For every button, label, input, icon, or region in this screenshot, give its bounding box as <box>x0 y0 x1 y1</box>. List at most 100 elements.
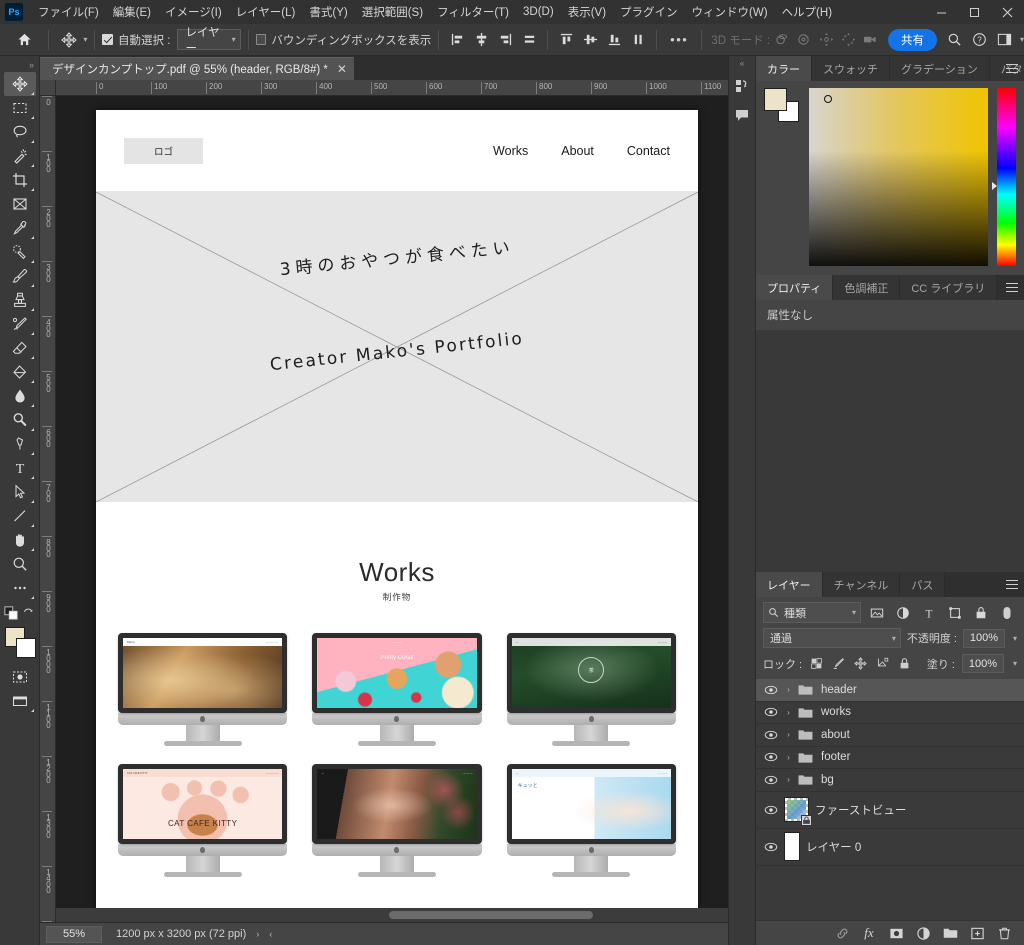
layer-visibility-toggle[interactable] <box>760 683 782 697</box>
filter-toggle-switch[interactable] <box>996 602 1017 623</box>
horizontal-ruler[interactable]: 0 100 200 300 400 500 600 700 800 900 10… <box>56 80 752 96</box>
layer-row-layer-0[interactable]: レイヤー 0 <box>756 829 1024 866</box>
chevron-right-icon[interactable]: › <box>782 730 795 739</box>
color-panel-swatches[interactable] <box>764 88 800 122</box>
line-tool[interactable] <box>4 504 36 528</box>
nav-link-contact[interactable]: Contact <box>627 144 670 158</box>
new-layer-icon[interactable] <box>969 925 985 941</box>
chevron-right-icon[interactable]: › <box>782 685 795 694</box>
history-brush-tool[interactable] <box>4 312 36 336</box>
adjustment-filter-icon[interactable] <box>892 602 913 623</box>
panel-menu-icon[interactable] <box>1000 572 1024 597</box>
menu-layer[interactable]: レイヤー(L) <box>229 1 303 23</box>
history-icon[interactable] <box>730 73 755 99</box>
menu-type[interactable]: 書式(Y) <box>302 1 354 23</box>
gradient-tool[interactable] <box>4 360 36 384</box>
tab-paths[interactable]: パス <box>900 572 946 597</box>
tab-properties[interactable]: プロパティ <box>756 275 834 300</box>
maximize-button[interactable] <box>958 0 991 24</box>
chevron-down-icon[interactable]: ▾ <box>83 35 87 44</box>
work-item-bakery[interactable]: Bakery — — — — <box>118 633 288 746</box>
lock-all-icon[interactable] <box>897 656 912 671</box>
menu-select[interactable]: 選択範囲(S) <box>355 1 430 23</box>
chevron-right-icon[interactable]: › <box>782 775 795 784</box>
type-filter-icon[interactable]: T <box>918 602 939 623</box>
close-button[interactable] <box>991 0 1024 24</box>
color-swatches[interactable] <box>4 627 36 658</box>
layer-row-works[interactable]: › works <box>756 702 1024 724</box>
menu-3d[interactable]: 3D(D) <box>516 3 561 21</box>
minimize-button[interactable] <box>925 0 958 24</box>
chevron-down-icon[interactable]: ▾ <box>1013 659 1017 668</box>
clone-stamp-tool[interactable] <box>4 288 36 312</box>
chevron-down-icon[interactable]: ▾ <box>1013 634 1017 643</box>
color-spectrum-field[interactable] <box>809 88 988 266</box>
layer-row-bg[interactable]: › bg <box>756 769 1024 792</box>
home-icon[interactable] <box>8 27 41 53</box>
pen-tool[interactable] <box>4 432 36 456</box>
chevron-left-icon[interactable]: ‹ <box>269 929 272 939</box>
align-center-horizontal-icon[interactable] <box>470 29 492 51</box>
close-icon[interactable]: ✕ <box>337 63 347 75</box>
quick-mask-toggle[interactable] <box>4 665 36 689</box>
show-bounding-box-checkbox[interactable] <box>255 34 267 45</box>
distribute-horizontal-icon[interactable] <box>518 29 540 51</box>
delete-layer-icon[interactable] <box>996 925 1012 941</box>
hue-slider-handle[interactable] <box>992 182 997 190</box>
tab-color[interactable]: カラー <box>756 56 812 81</box>
layer-visibility-toggle[interactable] <box>760 803 782 817</box>
work-item-cat-cafe[interactable]: CAT CAFE KITTY CAT CAFE KITTY — — — — <box>118 764 288 877</box>
color-picker-marker[interactable] <box>824 95 832 103</box>
chevron-right-icon[interactable]: › <box>782 753 795 762</box>
workspace-icon[interactable] <box>993 28 1017 52</box>
tab-adjustments[interactable]: 色調補正 <box>833 275 901 300</box>
document-tab[interactable]: デザインカンプトップ.pdf @ 55% (header, RGB/8#) * … <box>40 57 354 80</box>
layer-visibility-toggle[interactable] <box>760 705 782 719</box>
design-canvas[interactable]: ロゴ Works About Contact 3時のおやつが食べたい Creat… <box>96 110 698 908</box>
layer-visibility-toggle[interactable] <box>760 840 782 854</box>
layer-list[interactable]: › header › works › about › footer › bg フ… <box>756 679 1024 920</box>
opacity-value[interactable]: 100% <box>962 628 1005 648</box>
panel-menu-icon[interactable] <box>1000 275 1024 300</box>
menu-help[interactable]: ヘルプ(H) <box>775 1 839 23</box>
lock-artboard-icon[interactable] <box>875 656 890 671</box>
share-button[interactable]: 共有 <box>887 28 937 51</box>
chevron-right-icon[interactable]: › <box>782 708 795 717</box>
more-options-button[interactable]: ••• <box>664 32 694 47</box>
layer-row-about[interactable]: › about <box>756 724 1024 747</box>
tab-cc-libraries[interactable]: CC ライブラリ <box>900 275 998 300</box>
edit-toolbar-button[interactable] <box>4 576 36 600</box>
align-right-icon[interactable] <box>494 29 516 51</box>
screen-mode-toggle[interactable] <box>4 689 36 713</box>
align-bottom-icon[interactable] <box>603 29 625 51</box>
link-layers-icon[interactable] <box>834 925 850 941</box>
align-top-icon[interactable] <box>555 29 577 51</box>
smart-object-filter-icon[interactable] <box>970 602 991 623</box>
menu-edit[interactable]: 編集(E) <box>106 1 158 23</box>
menu-image[interactable]: イメージ(I) <box>158 1 229 23</box>
notes-icon[interactable] <box>730 102 755 128</box>
lock-transparent-icon[interactable] <box>809 656 824 671</box>
default-colors-icon[interactable] <box>4 606 18 623</box>
fill-value[interactable]: 100% <box>961 654 1004 673</box>
work-item-skincare[interactable]: キュッと — — — — <box>506 764 676 877</box>
work-item-flower-portrait[interactable]: — — — — <box>312 764 482 877</box>
swap-colors-icon[interactable] <box>22 607 35 623</box>
canvas-horizontal-scrollbar[interactable] <box>56 908 738 922</box>
zoom-tool[interactable] <box>4 552 36 576</box>
move-tool-icon[interactable] <box>56 28 81 52</box>
pixel-filter-icon[interactable] <box>866 602 887 623</box>
menu-view[interactable]: 表示(V) <box>561 1 613 23</box>
eraser-tool[interactable] <box>4 336 36 360</box>
menu-window[interactable]: ウィンドウ(W) <box>685 1 775 23</box>
layer-visibility-toggle[interactable] <box>760 750 782 764</box>
zoom-level-field[interactable]: 55% <box>46 925 102 943</box>
hand-tool[interactable] <box>4 528 36 552</box>
vertical-ruler[interactable]: 0 100 200 300 400 500 600 700 800 900 10… <box>40 96 56 922</box>
layer-style-icon[interactable]: fx <box>861 925 877 941</box>
tab-gradients[interactable]: グラデーション <box>890 56 990 81</box>
path-selection-tool[interactable] <box>4 480 36 504</box>
menu-plugins[interactable]: プラグイン <box>613 1 685 23</box>
crop-tool[interactable] <box>4 168 36 192</box>
tab-channels[interactable]: チャンネル <box>822 572 901 597</box>
